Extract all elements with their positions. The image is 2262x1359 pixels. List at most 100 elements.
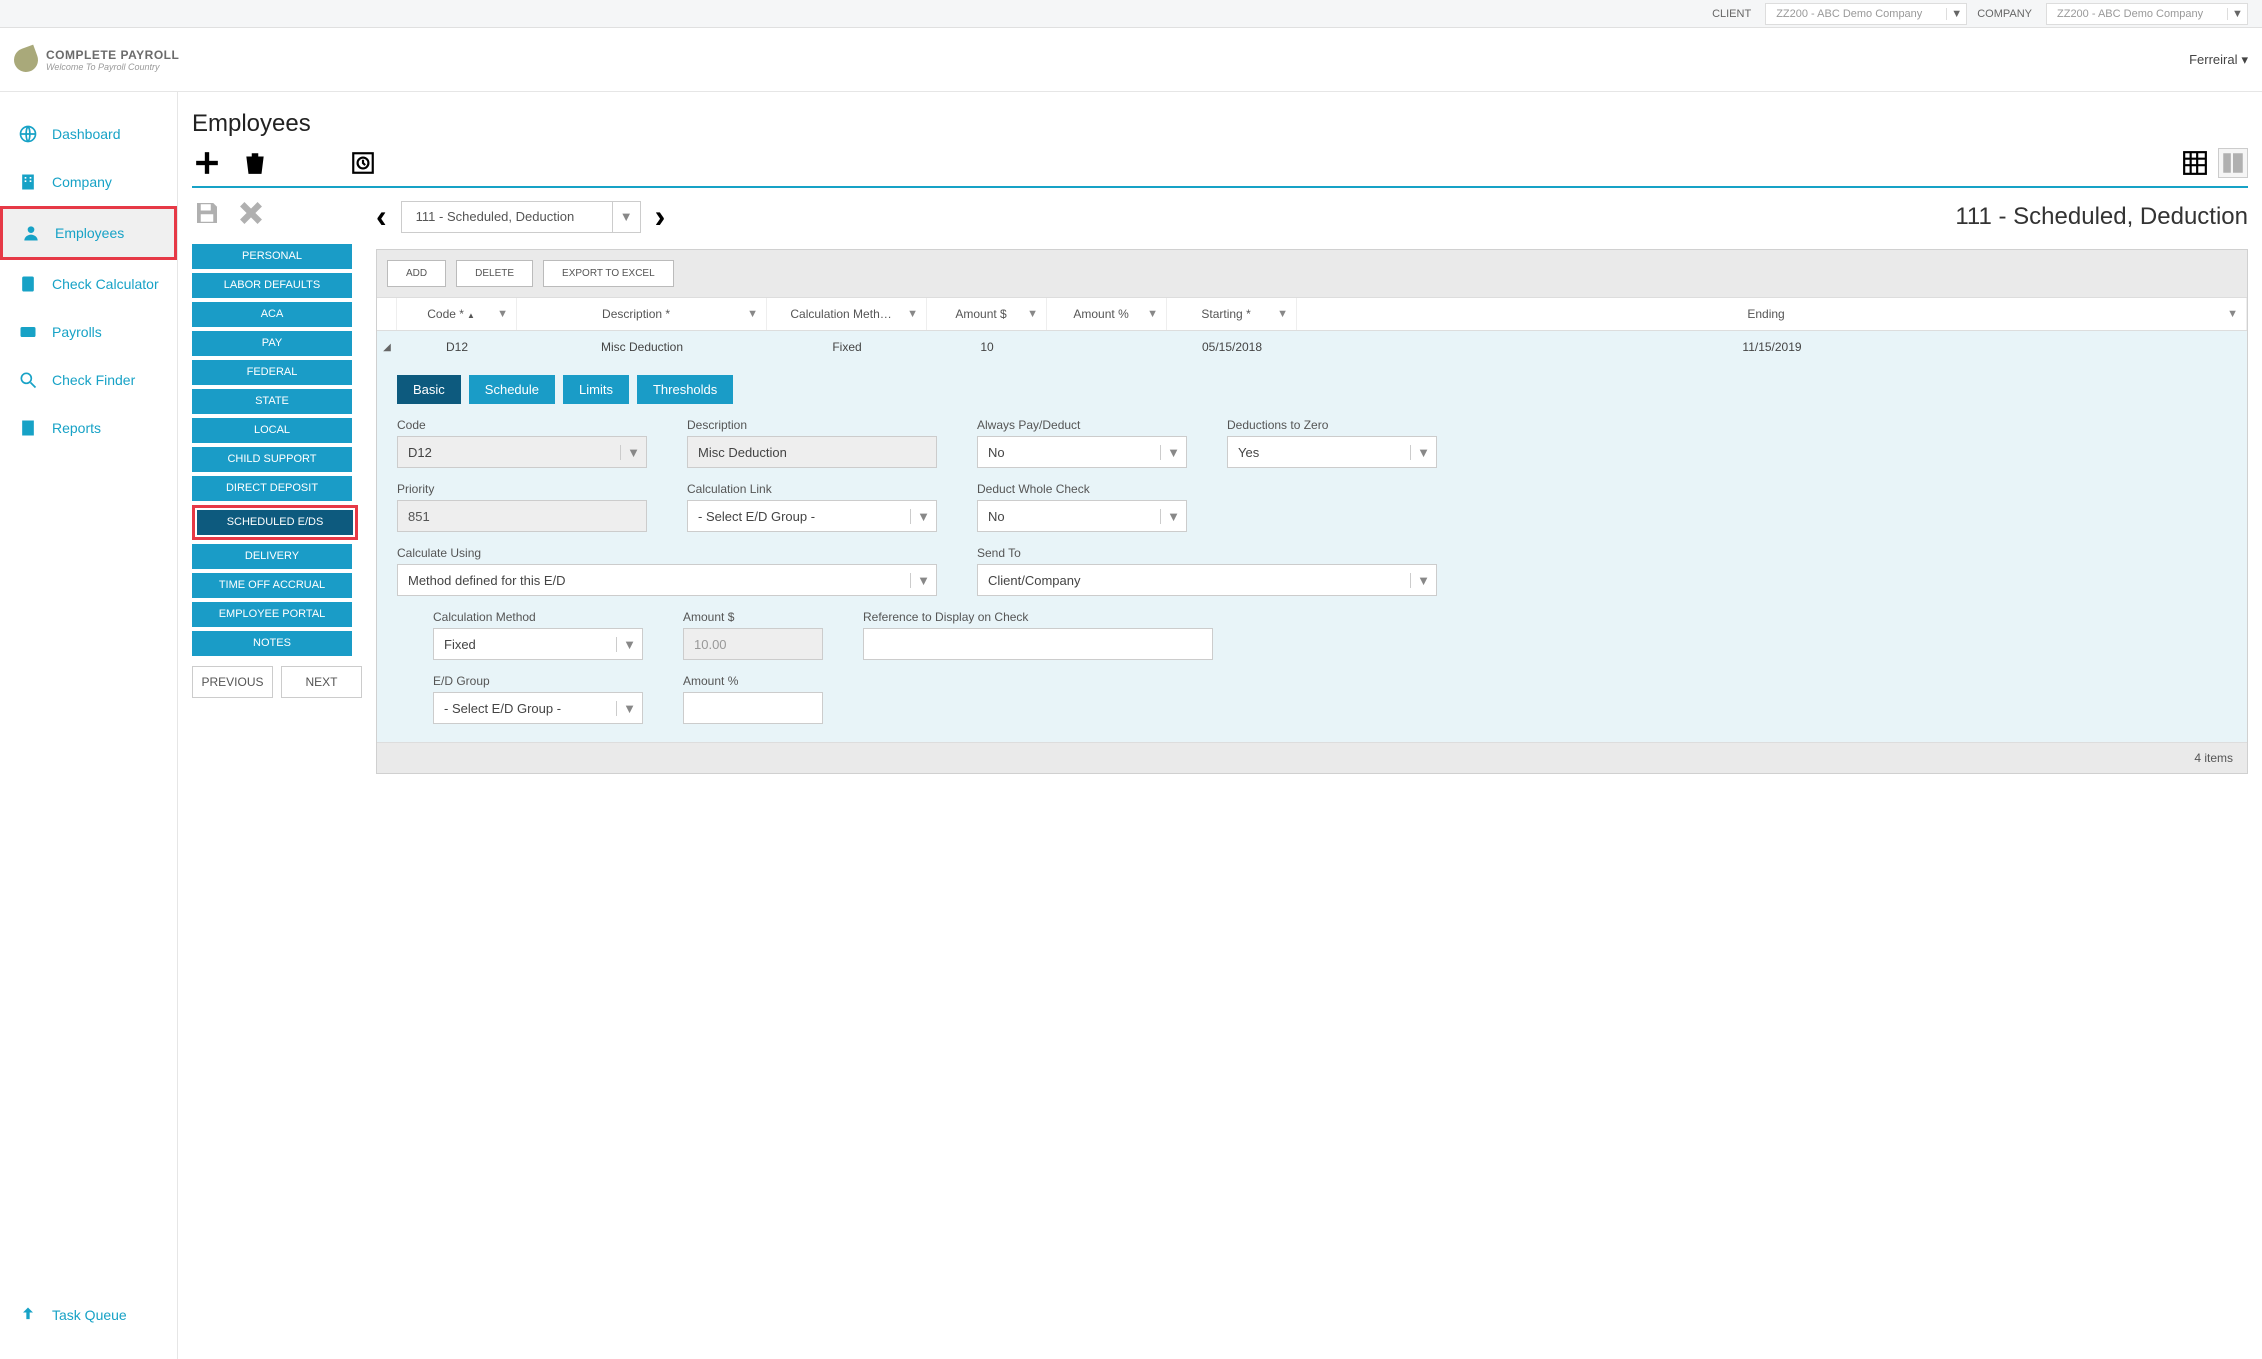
sidebar-item-dashboard[interactable]: Dashboard [0,110,177,158]
tab-thresholds[interactable]: Thresholds [637,375,733,404]
amount-pct-input[interactable] [683,692,823,724]
cancel-icon[interactable] [236,198,266,228]
user-menu[interactable]: Ferreiral ▾ [2189,52,2248,68]
caret-down-icon: ▼ [612,202,640,232]
sidebar-item-check-calculator[interactable]: Check Calculator [0,260,177,308]
filter-icon[interactable]: ▼ [907,308,918,320]
sidebar-item-task-queue[interactable]: Task Queue [0,1291,177,1339]
caret-down-icon: ▼ [620,445,646,460]
header: COMPLETE PAYROLL Welcome To Payroll Coun… [0,28,2262,92]
priority-input[interactable] [397,500,647,532]
caret-down-icon: ▼ [2227,8,2247,20]
expand-toggle[interactable]: ◢ [377,331,397,363]
col-amount-pct[interactable]: Amount %▼ [1047,298,1167,330]
filter-icon[interactable]: ▼ [1027,308,1038,320]
deductions-zero-select[interactable]: Yes▼ [1227,436,1437,468]
content: Employees [178,92,2262,1359]
subnav-federal[interactable]: FEDERAL [192,360,352,385]
delete-button[interactable] [240,148,270,178]
sidebar-item-employees[interactable]: Employees [0,206,177,260]
grid-header: Code *▲▼ Description *▼ Calculation Meth… [377,297,2247,331]
subnav-employee-portal[interactable]: EMPLOYEE PORTAL [192,602,352,627]
subnav-scheduled-eds[interactable]: SCHEDULED E/DS [197,510,353,535]
field-deductions-zero: Deductions to Zero Yes▼ [1227,418,1437,468]
subnav-personal[interactable]: PERSONAL [192,244,352,269]
always-pay-select[interactable]: No▼ [977,436,1187,468]
expand-col [377,298,397,330]
person-icon [21,223,41,243]
caret-down-icon: ▼ [1410,445,1436,460]
subnav-pay[interactable]: PAY [192,331,352,356]
description-input: Misc Deduction [687,436,937,468]
sidebar-item-check-finder[interactable]: Check Finder [0,356,177,404]
tab-schedule[interactable]: Schedule [469,375,555,404]
send-to-select[interactable]: Client/Company▼ [977,564,1437,596]
reference-input[interactable] [863,628,1213,660]
record-title: 111 - Scheduled, Deduction [1955,203,2248,231]
calc-method-select[interactable]: Fixed▼ [433,628,643,660]
tab-basic[interactable]: Basic [397,375,461,404]
field-send-to: Send To Client/Company▼ [977,546,1437,596]
col-code[interactable]: Code *▲▼ [397,298,517,330]
record-selector[interactable]: 111 - Scheduled, Deduction ▼ [401,201,641,233]
subnav-local[interactable]: LOCAL [192,418,352,443]
field-calculate-using: Calculate Using Method defined for this … [397,546,937,596]
deduct-whole-select[interactable]: No▼ [977,500,1187,532]
field-priority: Priority [397,482,647,532]
grid: ADD DELETE EXPORT TO EXCEL Code *▲▼ Desc… [376,249,2248,774]
calc-link-select[interactable]: - Select E/D Group -▼ [687,500,937,532]
filter-icon[interactable]: ▼ [1147,308,1158,320]
subnav-aca[interactable]: ACA [192,302,352,327]
next-record-button[interactable]: › [655,198,666,235]
filter-icon[interactable]: ▼ [747,308,758,320]
subnav-direct-deposit[interactable]: DIRECT DEPOSIT [192,476,352,501]
caret-down-icon: ▼ [910,509,936,524]
sidebar-item-company[interactable]: Company [0,158,177,206]
grid-footer: 4 items [377,742,2247,773]
clock-search-icon [350,150,376,176]
grid-delete-button[interactable]: DELETE [456,260,533,287]
company-dropdown[interactable]: ZZ200 - ABC Demo Company ▼ [2046,3,2248,25]
subnav-labor-defaults[interactable]: LABOR DEFAULTS [192,273,352,298]
add-button[interactable] [192,148,222,178]
calculate-using-select[interactable]: Method defined for this E/D▼ [397,564,937,596]
field-calc-method: Calculation Method Fixed▼ [433,610,643,660]
col-description[interactable]: Description *▼ [517,298,767,330]
subnav-delivery[interactable]: DELIVERY [192,544,352,569]
subnav-time-off-accrual[interactable]: TIME OFF ACCRUAL [192,573,352,598]
sidebar-item-payrolls[interactable]: Payrolls [0,308,177,356]
save-icon[interactable] [192,198,222,228]
detail-view-button[interactable] [2218,148,2248,178]
filter-icon[interactable]: ▼ [2227,308,2238,320]
field-code: Code D12▼ [397,418,647,468]
field-description: Description Misc Deduction [687,418,937,468]
prev-record-button[interactable]: ‹ [376,198,387,235]
caret-down-icon: ▼ [616,637,642,652]
subnav-notes[interactable]: NOTES [192,631,352,656]
subnav-state[interactable]: STATE [192,389,352,414]
col-amount[interactable]: Amount $▼ [927,298,1047,330]
col-ending[interactable]: Ending▼ [1297,298,2247,330]
subnav-child-support[interactable]: CHILD SUPPORT [192,447,352,472]
history-button[interactable] [348,148,378,178]
amount-dollar-input[interactable] [683,628,823,660]
filter-icon[interactable]: ▼ [497,308,508,320]
sidebar-item-reports[interactable]: Reports [0,404,177,452]
tab-limits[interactable]: Limits [563,375,629,404]
grid-add-button[interactable]: ADD [387,260,446,287]
ed-group-select[interactable]: - Select E/D Group -▼ [433,692,643,724]
table-row[interactable]: ◢ D12 Misc Deduction Fixed 10 05/15/2018… [377,331,2247,363]
next-button[interactable]: NEXT [281,666,362,698]
col-calc-method[interactable]: Calculation Meth…▼ [767,298,927,330]
grid-export-button[interactable]: EXPORT TO EXCEL [543,260,674,287]
caret-down-icon: ▼ [1160,445,1186,460]
col-starting[interactable]: Starting *▼ [1167,298,1297,330]
grid-view-button[interactable] [2180,148,2210,178]
code-select[interactable]: D12▼ [397,436,647,468]
page-toolbar [192,148,2248,188]
filter-icon[interactable]: ▼ [1277,308,1288,320]
report-icon [18,418,38,438]
client-dropdown[interactable]: ZZ200 - ABC Demo Company ▼ [1765,3,1967,25]
field-reference: Reference to Display on Check [863,610,1213,660]
previous-button[interactable]: PREVIOUS [192,666,273,698]
